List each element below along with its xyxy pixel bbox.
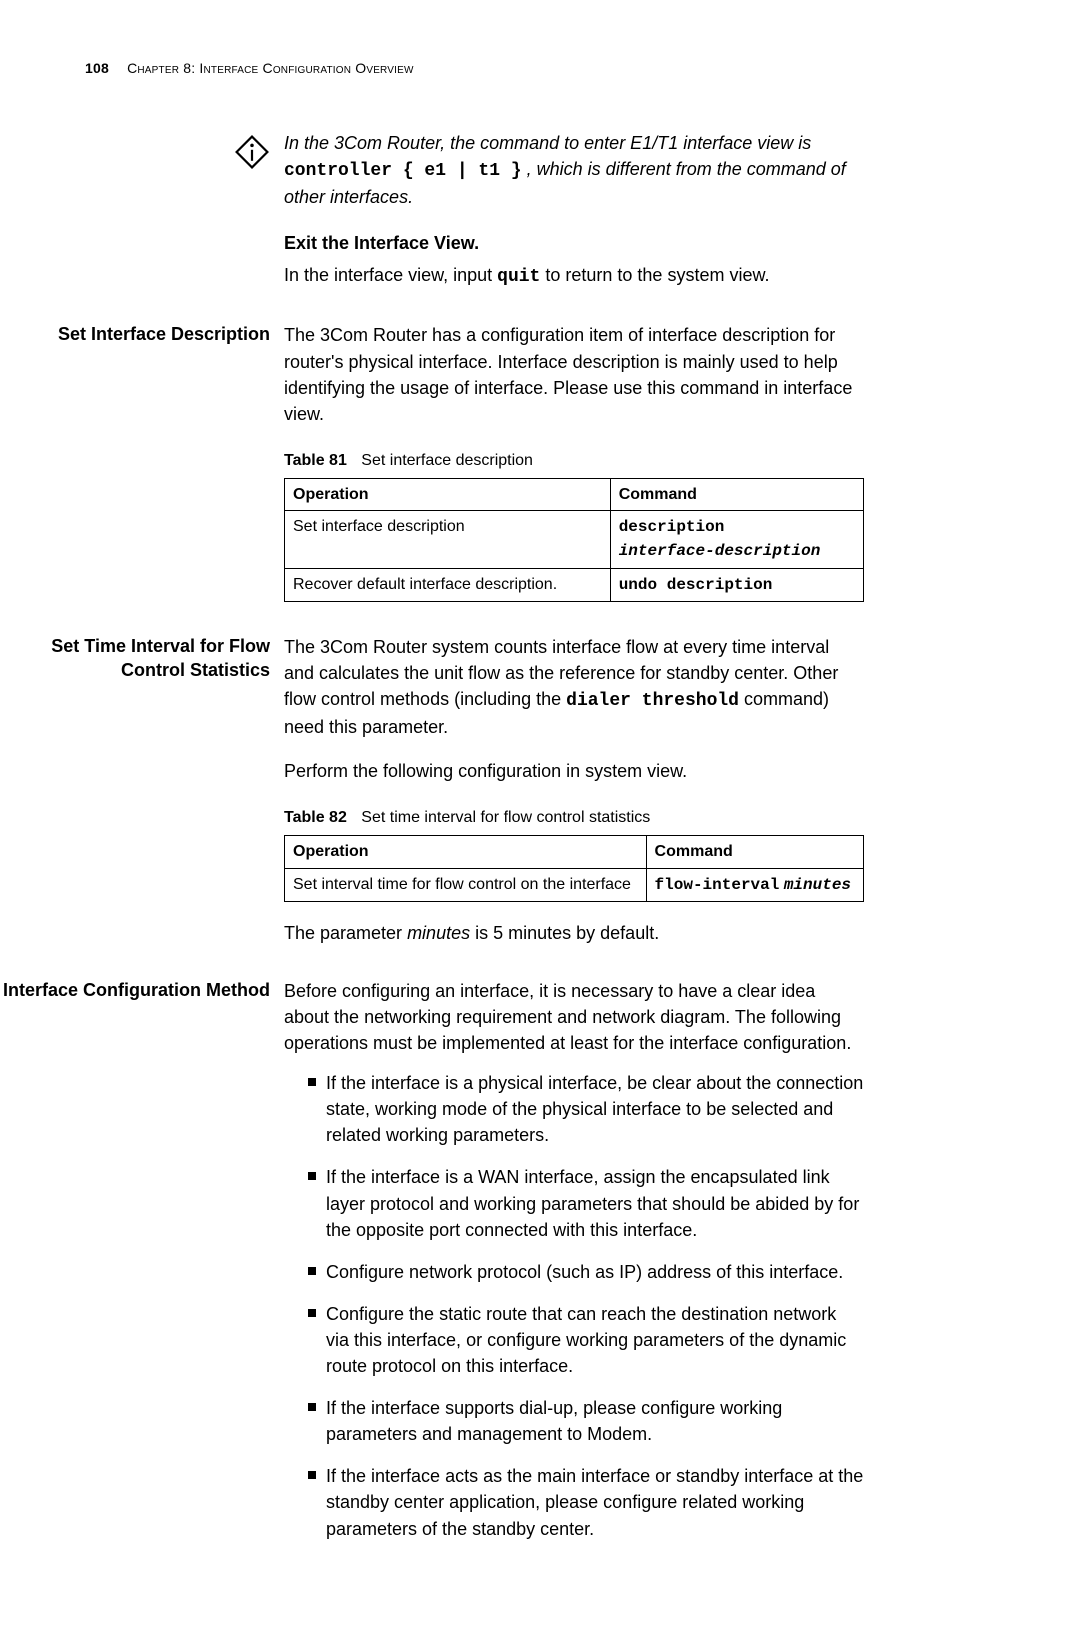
section-interface-config-method: Interface Configuration Method Before co… bbox=[0, 978, 1080, 1558]
section-body: The 3Com Router has a configuration item… bbox=[284, 322, 864, 601]
table-header-row: Operation Command bbox=[285, 479, 864, 511]
table-label: Table 81 bbox=[284, 452, 347, 469]
exit-command: quit bbox=[497, 267, 540, 287]
note-block: In the 3Com Router, the command to enter… bbox=[0, 130, 1080, 290]
exit-text-b: to return to the system view. bbox=[545, 265, 769, 285]
col-operation: Operation bbox=[285, 836, 647, 868]
section-title: Set Time Interval for Flow Control Stati… bbox=[0, 634, 284, 946]
section-paragraph: The 3Com Router has a configuration item… bbox=[284, 322, 864, 426]
col-operation: Operation bbox=[285, 479, 611, 511]
list-item: If the interface is a WAN interface, ass… bbox=[308, 1164, 864, 1242]
list-item: If the interface supports dial-up, pleas… bbox=[308, 1395, 864, 1447]
note-text-a: In the 3Com Router, the command to enter… bbox=[284, 133, 811, 153]
section-body: Before configuring an interface, it is n… bbox=[284, 978, 864, 1558]
section-title: Interface Configuration Method bbox=[0, 978, 284, 1558]
section-paragraph: Before configuring an interface, it is n… bbox=[284, 978, 864, 1056]
cell-operation: Set interface description bbox=[285, 511, 611, 568]
col-command: Command bbox=[610, 479, 863, 511]
section-paragraph: The parameter minutes is 5 minutes by de… bbox=[284, 920, 864, 946]
list-item: If the interface is a physical interface… bbox=[308, 1070, 864, 1148]
section-title: Set Interface Description bbox=[0, 322, 284, 601]
cell-command: description interface-description bbox=[610, 511, 863, 568]
cell-operation: Set interval time for flow control on th… bbox=[285, 868, 647, 901]
table-row: Set interface description description in… bbox=[285, 511, 864, 568]
col-command: Command bbox=[646, 836, 863, 868]
note-command: controller { e1 | t1 } bbox=[284, 161, 522, 181]
p-text-a: The parameter bbox=[284, 923, 407, 943]
cmd-text: flow-interval bbox=[655, 876, 780, 894]
cell-operation: Recover default interface description. bbox=[285, 568, 611, 601]
cell-command: flow-interval minutes bbox=[646, 868, 863, 901]
exit-text: In the interface view, input quit to ret… bbox=[284, 262, 864, 290]
page-number: 108 bbox=[85, 60, 109, 76]
table-82: Operation Command Set interval time for … bbox=[284, 835, 864, 901]
page: 108 Chapter 8: Interface Configuration O… bbox=[0, 0, 1080, 1638]
list-item: If the interface acts as the main interf… bbox=[308, 1463, 864, 1541]
bullet-list: If the interface is a physical interface… bbox=[284, 1070, 864, 1541]
cmd-arg: minutes bbox=[784, 876, 851, 894]
p-em: minutes bbox=[407, 923, 470, 943]
list-item: Configure the static route that can reac… bbox=[308, 1301, 864, 1379]
cmd-text: description bbox=[619, 518, 725, 536]
info-icon-box bbox=[0, 130, 284, 290]
table-row: Recover default interface description. u… bbox=[285, 568, 864, 601]
table-caption: Table 82 Set time interval for flow cont… bbox=[284, 806, 864, 829]
table-name: Set time interval for flow control stati… bbox=[361, 809, 650, 826]
table-caption: Table 81 Set interface description bbox=[284, 449, 864, 472]
section-paragraph: The 3Com Router system counts interface … bbox=[284, 634, 864, 740]
list-item: Configure network protocol (such as IP) … bbox=[308, 1259, 864, 1285]
table-81: Operation Command Set interface descript… bbox=[284, 478, 864, 602]
inline-command: dialer threshold bbox=[566, 691, 739, 711]
section-body: The 3Com Router system counts interface … bbox=[284, 634, 864, 946]
page-header: 108 Chapter 8: Interface Configuration O… bbox=[85, 60, 1080, 76]
p-text-b: is 5 minutes by default. bbox=[475, 923, 659, 943]
section-set-interface-description: Set Interface Description The 3Com Route… bbox=[0, 322, 1080, 601]
table-name: Set interface description bbox=[361, 452, 533, 469]
exit-heading: Exit the Interface View. bbox=[284, 230, 864, 256]
cell-command: undo description bbox=[610, 568, 863, 601]
table-row: Set interval time for flow control on th… bbox=[285, 868, 864, 901]
table-label: Table 82 bbox=[284, 809, 347, 826]
cmd-arg: interface-description bbox=[619, 542, 821, 560]
exit-text-a: In the interface view, input bbox=[284, 265, 497, 285]
section-flow-control: Set Time Interval for Flow Control Stati… bbox=[0, 634, 1080, 946]
info-icon bbox=[230, 130, 274, 290]
table-header-row: Operation Command bbox=[285, 836, 864, 868]
note-text: In the 3Com Router, the command to enter… bbox=[284, 130, 864, 290]
cmd-text: undo description bbox=[619, 576, 773, 594]
section-paragraph: Perform the following configuration in s… bbox=[284, 758, 864, 784]
chapter-title: Chapter 8: Interface Configuration Overv… bbox=[127, 60, 414, 76]
